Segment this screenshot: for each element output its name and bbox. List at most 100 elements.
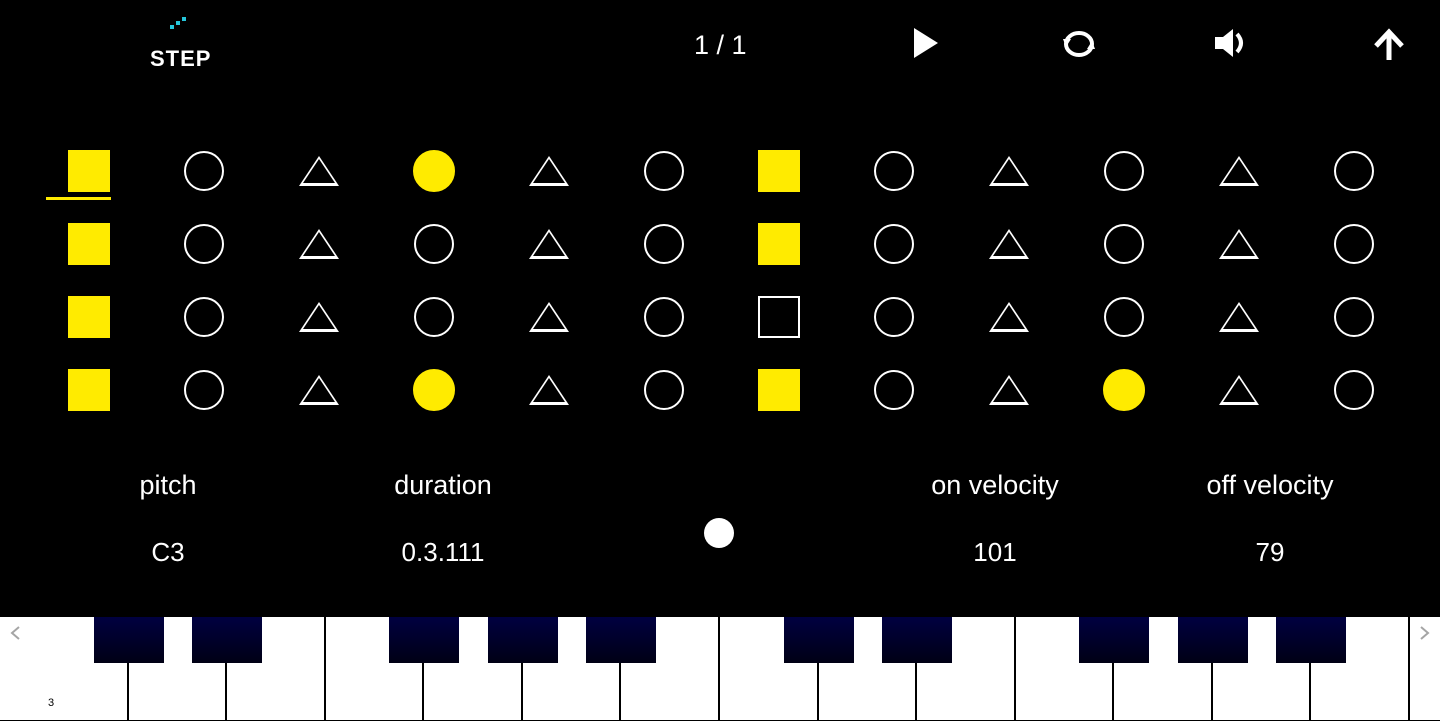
- grid-cell[interactable]: [988, 296, 1030, 338]
- grid-row: [0, 213, 1440, 286]
- triangle-icon: [299, 229, 339, 259]
- upload-button[interactable]: [1372, 28, 1406, 67]
- triangle-icon: [989, 229, 1029, 259]
- square-icon: [758, 150, 800, 192]
- circle-icon: [413, 369, 455, 411]
- param-pitch[interactable]: pitch C3: [108, 470, 228, 568]
- grid-cell[interactable]: [1333, 296, 1375, 338]
- triangle-icon: [529, 156, 569, 186]
- grid-cell[interactable]: [528, 369, 570, 411]
- piano-keyboard: 3: [0, 616, 1440, 720]
- square-icon: [68, 369, 110, 411]
- param-on-velocity-value: 101: [910, 537, 1080, 568]
- triangle-icon: [529, 302, 569, 332]
- grid-cell[interactable]: [183, 369, 225, 411]
- black-key[interactable]: [882, 617, 952, 663]
- grid-cell[interactable]: [413, 223, 455, 265]
- grid-cell[interactable]: [758, 150, 800, 192]
- circle-icon: [644, 370, 684, 410]
- circle-icon: [1334, 370, 1374, 410]
- center-slider-handle[interactable]: [704, 518, 734, 548]
- circle-icon: [1334, 297, 1374, 337]
- black-key[interactable]: [1079, 617, 1149, 663]
- grid-cell[interactable]: [758, 369, 800, 411]
- square-icon: [68, 296, 110, 338]
- grid-cell[interactable]: [1333, 369, 1375, 411]
- square-icon: [68, 223, 110, 265]
- grid-cell[interactable]: [758, 223, 800, 265]
- grid-cell[interactable]: [298, 223, 340, 265]
- circle-icon: [1104, 224, 1144, 264]
- grid-cell[interactable]: [183, 223, 225, 265]
- black-key[interactable]: [1276, 617, 1346, 663]
- triangle-icon: [1219, 375, 1259, 405]
- grid-cell[interactable]: [643, 150, 685, 192]
- grid-cell[interactable]: [68, 296, 110, 338]
- grid-cell[interactable]: [873, 369, 915, 411]
- grid-cell[interactable]: [1103, 369, 1145, 411]
- grid-cell[interactable]: [873, 223, 915, 265]
- grid-cell[interactable]: [528, 223, 570, 265]
- grid-cell[interactable]: [1218, 369, 1260, 411]
- grid-cell[interactable]: [1218, 296, 1260, 338]
- circle-icon: [184, 151, 224, 191]
- black-key[interactable]: [94, 617, 164, 663]
- grid-cell[interactable]: [413, 369, 455, 411]
- grid-cell[interactable]: [1218, 150, 1260, 192]
- grid-cell[interactable]: [1103, 223, 1145, 265]
- grid-cell[interactable]: [643, 296, 685, 338]
- circle-icon: [413, 150, 455, 192]
- square-icon: [758, 296, 800, 338]
- grid-cell[interactable]: [643, 369, 685, 411]
- param-off-velocity-label: off velocity: [1180, 470, 1360, 501]
- app-title: STEP: [150, 46, 211, 72]
- black-key[interactable]: [586, 617, 656, 663]
- grid-cell[interactable]: [528, 296, 570, 338]
- page-indicator: 1 / 1: [694, 30, 747, 61]
- black-key[interactable]: [1178, 617, 1248, 663]
- grid-cell[interactable]: [298, 369, 340, 411]
- param-on-velocity-label: on velocity: [910, 470, 1080, 501]
- circle-icon: [1334, 151, 1374, 191]
- keyboard-scroll-right[interactable]: [1416, 625, 1432, 641]
- black-key[interactable]: [389, 617, 459, 663]
- grid-cell[interactable]: [1333, 223, 1375, 265]
- play-button[interactable]: [914, 28, 940, 63]
- param-on-velocity[interactable]: on velocity 101: [910, 470, 1080, 568]
- black-key[interactable]: [784, 617, 854, 663]
- grid-cell[interactable]: [183, 150, 225, 192]
- triangle-icon: [989, 375, 1029, 405]
- black-key[interactable]: [192, 617, 262, 663]
- grid-cell[interactable]: [1103, 150, 1145, 192]
- grid-cell[interactable]: [68, 223, 110, 265]
- grid-cell[interactable]: [873, 150, 915, 192]
- circle-icon: [414, 297, 454, 337]
- grid-cell[interactable]: [1218, 223, 1260, 265]
- grid-cell[interactable]: [298, 150, 340, 192]
- circle-icon: [184, 370, 224, 410]
- grid-cell[interactable]: [298, 296, 340, 338]
- grid-cell[interactable]: [1103, 296, 1145, 338]
- loop-button[interactable]: [1060, 28, 1098, 65]
- grid-cell[interactable]: [413, 150, 455, 192]
- black-key[interactable]: [488, 617, 558, 663]
- grid-cell[interactable]: [68, 150, 110, 192]
- keyboard-scroll-left[interactable]: [8, 625, 24, 641]
- step-grid: [0, 140, 1440, 432]
- param-duration[interactable]: duration 0.3.111: [368, 470, 518, 568]
- grid-cell[interactable]: [413, 296, 455, 338]
- grid-cell[interactable]: [68, 369, 110, 411]
- grid-cell[interactable]: [873, 296, 915, 338]
- param-off-velocity[interactable]: off velocity 79: [1180, 470, 1360, 568]
- grid-cell[interactable]: [1333, 150, 1375, 192]
- circle-icon: [184, 224, 224, 264]
- volume-button[interactable]: [1215, 28, 1247, 63]
- grid-cell[interactable]: [988, 150, 1030, 192]
- grid-cell[interactable]: [758, 296, 800, 338]
- circle-icon: [874, 151, 914, 191]
- grid-cell[interactable]: [528, 150, 570, 192]
- grid-cell[interactable]: [643, 223, 685, 265]
- grid-cell[interactable]: [988, 223, 1030, 265]
- grid-cell[interactable]: [183, 296, 225, 338]
- grid-cell[interactable]: [988, 369, 1030, 411]
